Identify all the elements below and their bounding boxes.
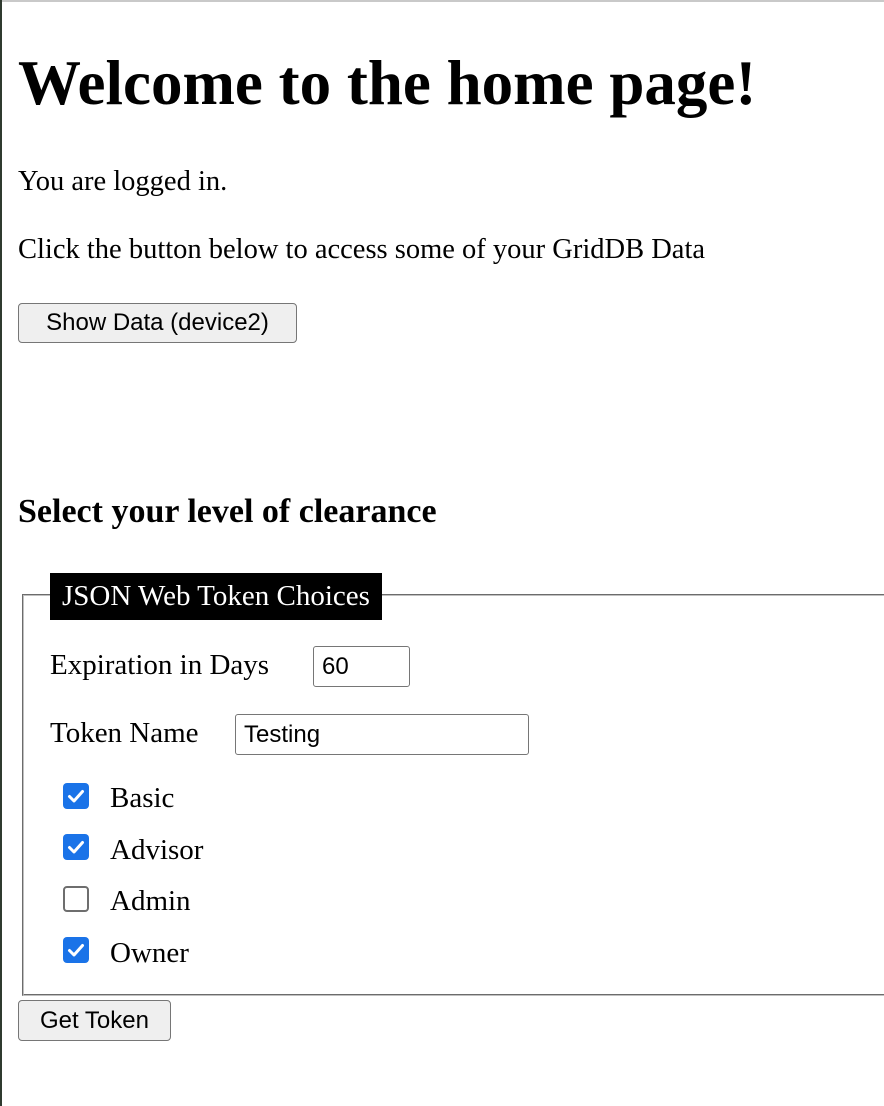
top-border [0, 0, 884, 2]
checkbox-owner[interactable] [63, 937, 89, 963]
checkmark-icon [68, 790, 84, 803]
token-name-label: Token Name [50, 717, 199, 749]
expiration-days-input[interactable] [313, 646, 410, 687]
checkmark-icon [68, 841, 84, 854]
token-choices-legend: JSON Web Token Choices [50, 573, 382, 620]
expiration-label: Expiration in Days [50, 649, 270, 681]
checkbox-advisor[interactable] [63, 834, 89, 860]
show-data-button[interactable]: Show Data (device2) [18, 303, 297, 343]
left-border [0, 0, 2, 1106]
checkbox-label-owner: Owner [110, 937, 189, 969]
page-title: Welcome to the home page! [18, 48, 757, 118]
instruction-text: Click the button below to access some of… [18, 234, 706, 265]
get-token-button[interactable]: Get Token [18, 1000, 171, 1041]
token-name-input[interactable] [235, 714, 529, 755]
checkmark-icon [68, 944, 84, 957]
checkbox-admin[interactable] [63, 886, 89, 912]
checkbox-label-advisor: Advisor [110, 834, 204, 866]
login-status-text: You are logged in. [18, 166, 228, 197]
checkbox-basic[interactable] [63, 783, 89, 809]
checkbox-label-admin: Admin [110, 885, 191, 917]
clearance-heading: Select your level of clearance [18, 493, 437, 530]
checkbox-label-basic: Basic [110, 782, 175, 814]
